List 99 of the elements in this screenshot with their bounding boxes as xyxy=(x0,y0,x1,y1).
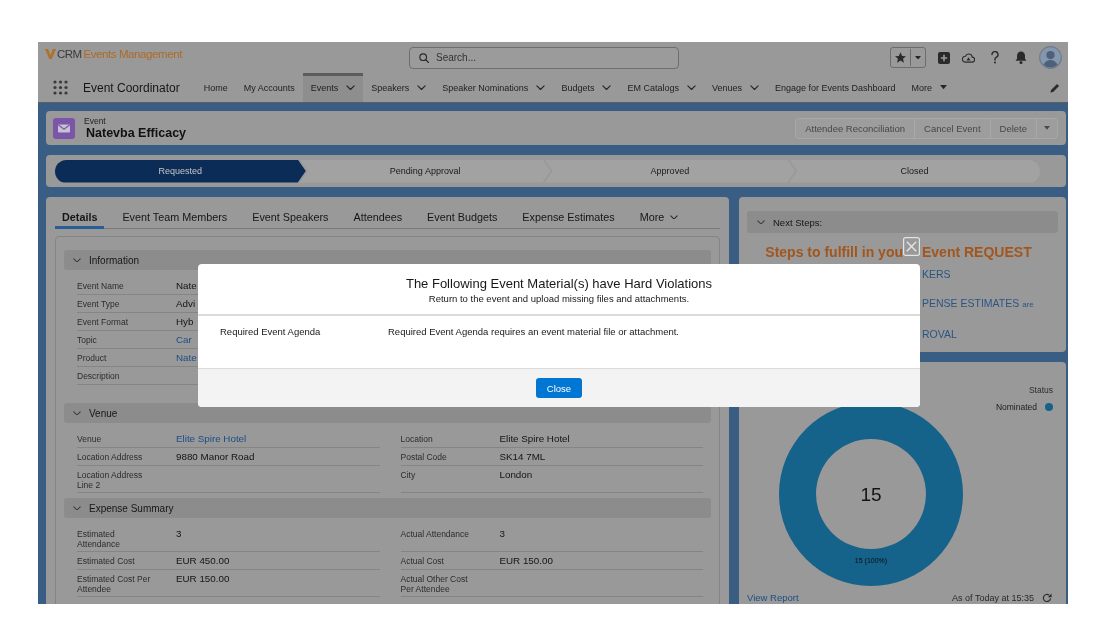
close-button[interactable]: Close xyxy=(535,378,583,398)
logo-mark-icon xyxy=(45,48,56,60)
field-label: Estimated Cost Per Attendee xyxy=(77,573,152,594)
step-text: KERS xyxy=(922,267,951,281)
violation-name: Required Event Agenda xyxy=(220,326,322,338)
field-value: Hyb xyxy=(176,316,194,328)
path-stage[interactable]: Requested xyxy=(55,159,306,183)
field-label: Location Address Line 2 xyxy=(77,469,144,490)
field-value: EUR 450.00 xyxy=(176,555,230,567)
star-icon xyxy=(895,52,906,63)
field-label: Event Name xyxy=(77,280,125,291)
timestamp: As of Today at 15:35 xyxy=(952,592,1034,604)
field-link[interactable]: Nate xyxy=(176,352,197,364)
logo-text: CRM xyxy=(57,48,82,60)
donut-total: 15 xyxy=(860,484,882,505)
field-value: Advi xyxy=(176,298,196,310)
field-label: Event Format xyxy=(77,316,130,327)
steps-heading: Event REQUEST xyxy=(922,243,1032,261)
field-label: Actual Attendance xyxy=(400,528,471,539)
field-value: Elite Spire Hotel xyxy=(499,433,570,445)
nav-item[interactable]: Speaker Nominations xyxy=(434,73,554,102)
field-label: Venue xyxy=(77,433,103,444)
tab[interactable]: Expense Estimates xyxy=(515,205,622,229)
search-icon xyxy=(419,52,429,63)
legend-title: Status xyxy=(1028,385,1053,395)
field-label: Estimated Attendance xyxy=(77,528,121,549)
steps-heading: Steps to fulfill in you xyxy=(765,243,903,261)
field-value: EUR 150.00 xyxy=(176,573,230,585)
field-label: Actual Other Cost Per Attendee xyxy=(400,573,469,594)
nav-item[interactable]: Venues xyxy=(703,73,767,102)
tab[interactable]: Event Team Members xyxy=(115,205,235,229)
modal-title: The Following Event Material(s) have Hard Violations xyxy=(405,276,713,292)
record-type: Event xyxy=(84,115,107,126)
help-icon[interactable] xyxy=(991,51,999,64)
field-value: 3 xyxy=(176,528,182,540)
section-header[interactable]: Expense Summary xyxy=(64,498,711,518)
caret-down-icon xyxy=(915,55,921,60)
logo-text: Events Management xyxy=(83,48,183,60)
field-value: 9880 Manor Road xyxy=(176,451,255,463)
field-link[interactable]: Elite Spire Hotel xyxy=(176,433,247,445)
field-value: London xyxy=(499,469,533,481)
legend-label: Nominated xyxy=(995,402,1037,412)
dots-grid-icon[interactable] xyxy=(53,80,68,95)
modal-subtitle: Return to the event and upload missing files and attachments. xyxy=(428,293,690,305)
app-name: Event Coordinator xyxy=(83,80,180,95)
path-stage[interactable]: Closed xyxy=(789,159,1040,183)
plus-square-icon[interactable] xyxy=(938,51,950,64)
step-text: ROVAL xyxy=(922,327,957,341)
search-field[interactable]: Search... xyxy=(409,46,679,69)
nav-item[interactable]: Engage for Events Dashboard xyxy=(766,73,904,102)
bell-icon[interactable] xyxy=(1015,51,1027,64)
favorites-button[interactable] xyxy=(890,47,926,68)
path-stage[interactable]: Approved xyxy=(544,159,796,183)
chevron-down-icon xyxy=(749,84,759,91)
refresh-icon[interactable] xyxy=(1042,593,1052,603)
nav-item[interactable]: Events xyxy=(302,73,364,102)
section-header[interactable]: Next Steps: xyxy=(747,211,1058,233)
field-label: Actual Cost xyxy=(400,555,445,566)
field-label: Product xyxy=(77,352,108,363)
nav-item[interactable]: Home xyxy=(195,73,236,102)
chevron-down-icon xyxy=(686,84,696,91)
field-value: SK14 7ML xyxy=(499,451,546,463)
record-title: Natevba Efficacy xyxy=(86,125,187,141)
field-value: 3 xyxy=(499,528,505,540)
chevron-down-icon xyxy=(536,84,546,91)
field-label: Estimated Cost xyxy=(77,555,136,566)
nav-item[interactable]: More xyxy=(903,73,956,102)
view-report-link[interactable]: View Report xyxy=(747,592,799,604)
step-text: PENSE ESTIMATES are xyxy=(922,296,1034,311)
field-link[interactable]: Car xyxy=(176,334,192,346)
cloud-icon[interactable] xyxy=(962,52,975,63)
field-label: Event Type xyxy=(77,298,121,309)
chevron-down-icon xyxy=(602,84,612,91)
caret-down-icon xyxy=(1044,126,1050,130)
path-stage[interactable]: Pending Approval xyxy=(299,159,551,183)
tab[interactable]: Details xyxy=(55,205,105,229)
field-label: City xyxy=(400,469,417,480)
field-value: EUR 150.00 xyxy=(499,555,553,567)
tab[interactable]: Event Speakers xyxy=(245,205,336,229)
chevron-down-icon xyxy=(670,214,679,220)
nav-item[interactable]: Budgets xyxy=(553,73,620,102)
tab[interactable]: More xyxy=(632,205,686,229)
field-label: Location Address xyxy=(77,451,144,462)
field-label: Location xyxy=(400,433,434,444)
field-value: Nate xyxy=(176,280,197,292)
field-label: Postal Code xyxy=(400,451,448,462)
envelope-icon xyxy=(53,117,75,139)
chevron-down-icon xyxy=(346,84,356,91)
field-label: Topic xyxy=(77,334,98,345)
tab[interactable]: Attendees xyxy=(346,205,410,229)
nav-item[interactable]: Speakers xyxy=(363,73,435,102)
caret-down-icon xyxy=(940,85,948,90)
chevron-down-icon xyxy=(417,84,427,91)
pencil-icon[interactable] xyxy=(1050,82,1060,93)
nav-item[interactable]: EM Catalogs xyxy=(619,73,704,102)
tab[interactable]: Event Budgets xyxy=(420,205,505,229)
violation-message: Required Event Agenda requires an event material file or attachment. xyxy=(388,326,680,338)
field-label: Description xyxy=(77,370,121,381)
nav-item[interactable]: My Accounts xyxy=(235,73,303,102)
